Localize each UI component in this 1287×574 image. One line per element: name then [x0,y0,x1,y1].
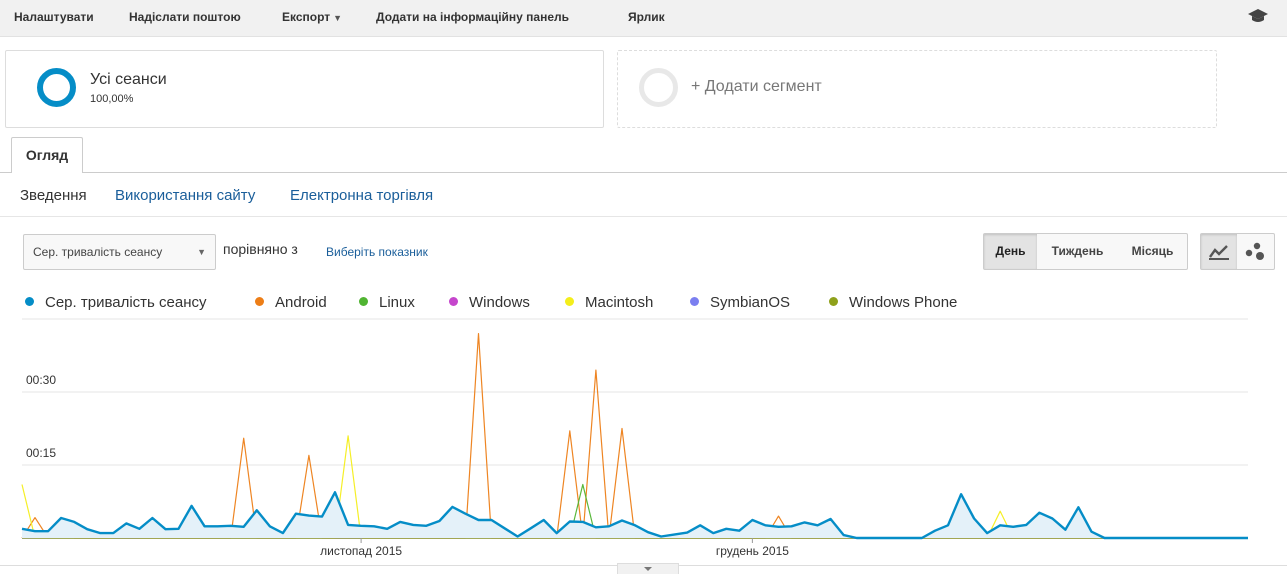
x-axis: листопад 2015 грудень 2015 [320,538,789,558]
legend-dot-icon [359,297,368,306]
tab-overview[interactable]: Огляд [11,137,83,173]
line-chart-icon [1209,245,1229,260]
segment-card-all-sessions[interactable]: Усі сеанси 100,00% [5,50,604,128]
legend-dot-icon [829,297,838,306]
chart-series [21,333,1248,540]
export-label: Експорт [282,10,331,24]
legend-dot-icon [25,297,34,306]
email-link[interactable]: Надіслати поштою [129,10,241,24]
legend-label: Windows [469,294,530,311]
legend-item[interactable]: Macintosh [565,294,653,311]
y-axis: 00:1500:3000:45 [26,373,56,460]
period-day-button[interactable]: День [983,233,1038,270]
add-segment-card[interactable]: + Додати сегмент [617,50,1217,128]
line-chart-view-button[interactable] [1200,233,1238,270]
series-line[interactable] [21,333,1248,539]
legend-label: Linux [379,294,415,311]
x-tick-label: грудень 2015 [716,544,789,558]
series-line[interactable] [21,435,1248,539]
legend-item[interactable]: Linux [359,294,415,311]
empty-ring-icon [639,68,678,107]
subnav-site-usage[interactable]: Використання сайту [115,187,255,204]
expand-chart-toggle[interactable] [617,563,679,574]
segment-title: Усі сеанси [90,71,167,88]
metric-select-value: Сер. тривалість сеансу [33,245,163,259]
legend-label: Android [275,294,327,311]
legend-dot-icon [565,297,574,306]
chevron-down-icon: ▼ [333,13,343,23]
legend-label: SymbianOS [710,294,791,311]
legend-dot-icon [690,297,699,306]
period-week-button[interactable]: Тиждень [1037,233,1119,270]
segment-ring-icon [37,68,76,107]
legend-label: Macintosh [585,294,654,311]
metric-select[interactable]: Сер. тривалість сеансу ▼ [23,234,216,270]
motion-chart-view-button[interactable] [1237,233,1275,270]
customize-link[interactable]: Налаштувати [14,10,94,24]
period-month-button[interactable]: Місяць [1118,233,1188,270]
graduation-cap-icon[interactable] [1247,8,1269,24]
legend-item[interactable]: Windows Phone [829,294,957,311]
select-metric-link[interactable]: Виберіть показник [326,245,428,259]
y-tick-label: 00:30 [26,373,56,387]
x-tick-label: листопад 2015 [320,544,402,558]
legend-item[interactable]: Windows [449,294,530,311]
legend-dot-icon [255,297,264,306]
compare-label: порівняно з [223,241,298,257]
tab-divider [0,172,1287,173]
legend-item[interactable]: Сер. тривалість сеансу [25,294,207,311]
subnav-summary[interactable]: Зведення [20,187,87,204]
legend-item[interactable]: Android [255,294,327,311]
segment-percentage: 100,00% [90,93,134,105]
add-segment-button[interactable]: + Додати сегмент [691,78,822,96]
subnav-ecommerce[interactable]: Електронна торгівля [290,187,433,204]
line-chart: 00:1500:3000:45 листопад 2015грудень 201… [21,318,1248,558]
report-toolbar: Налаштувати Надіслати поштою Експорт ▼ До… [0,0,1287,37]
export-menu[interactable]: Експорт ▼ [282,10,342,24]
legend-item[interactable]: SymbianOS [690,294,790,311]
legend-label: Windows Phone [849,294,958,311]
shortcut-link[interactable]: Ярлик [628,10,665,24]
chevron-down-icon: ▼ [197,247,206,257]
y-tick-label: 00:15 [26,446,56,460]
chart-grid [22,318,1248,466]
subnav-divider [0,216,1287,217]
series-area [22,492,1248,538]
legend-dot-icon [449,297,458,306]
bubble-chart-icon [1245,242,1264,260]
chevron-down-icon [644,567,652,571]
add-to-dashboard-link[interactable]: Додати на інформаційну панель [376,10,569,24]
legend-label: Сер. тривалість сеансу [45,294,207,311]
